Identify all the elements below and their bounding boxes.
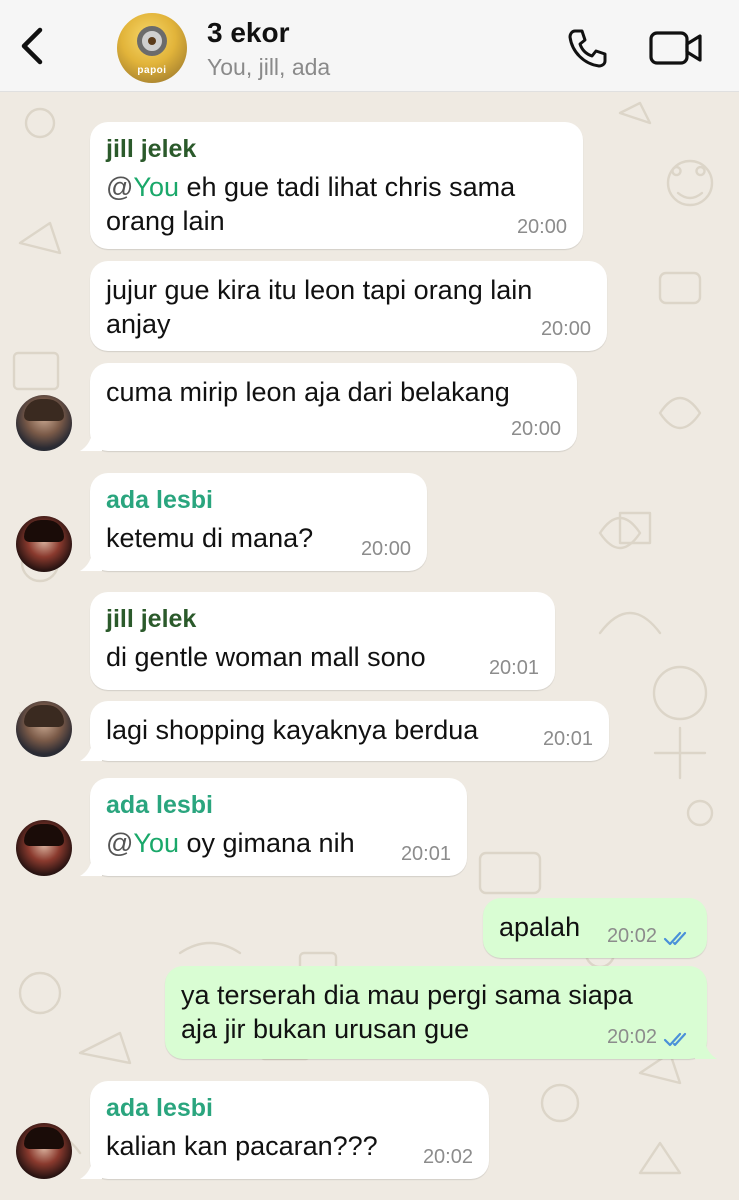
read-receipt-icon bbox=[663, 931, 687, 946]
sender-name: ada lesbi bbox=[106, 1094, 213, 1122]
message-list[interactable]: jill jelek @You eh gue tadi lihat chris … bbox=[0, 93, 739, 1200]
message-bubble[interactable]: jujur gue kira itu leon tapi orang lain … bbox=[90, 261, 607, 351]
avatar[interactable] bbox=[16, 395, 72, 451]
message-text: di gentle woman mall sono bbox=[106, 642, 426, 672]
message-bubble-outgoing[interactable]: ya terserah dia mau pergi sama siapa aja… bbox=[165, 966, 717, 1059]
message-text: @You eh gue tadi lihat chris sama orang … bbox=[106, 170, 567, 238]
avatar[interactable] bbox=[16, 516, 72, 572]
sender-name: jill jelek bbox=[106, 605, 197, 633]
bubble-tail bbox=[695, 1041, 717, 1059]
avatar[interactable] bbox=[16, 1123, 72, 1179]
message-time: 20:02 bbox=[422, 1146, 473, 1168]
chat-participants[interactable]: You, jill, ada bbox=[207, 54, 330, 81]
message-text: jujur gue kira itu leon tapi orang lain … bbox=[106, 275, 533, 339]
message-time: 20:00 bbox=[360, 538, 411, 560]
message-bubble[interactable]: ada lesbi kalian kan pacaran??? 20:02 bbox=[80, 1081, 489, 1179]
chat-title[interactable]: 3 ekor bbox=[207, 17, 290, 49]
bubble-tail bbox=[80, 743, 102, 761]
message-text: lagi shopping kayaknya berdua bbox=[106, 715, 479, 745]
avatar[interactable] bbox=[16, 701, 72, 757]
message-bubble[interactable]: ada lesbi ketemu di mana? 20:00 bbox=[80, 473, 427, 571]
message-body: oy gimana nih bbox=[178, 828, 355, 858]
message-text: kalian kan pacaran??? bbox=[106, 1131, 378, 1161]
chat-header: papoi 3 ekor You, jill, ada bbox=[0, 0, 739, 92]
bubble-tail bbox=[80, 1161, 102, 1179]
sender-name: jill jelek bbox=[106, 135, 197, 163]
mention-at: @ bbox=[106, 172, 134, 202]
message-bubble[interactable]: ada lesbi @You oy gimana nih 20:01 bbox=[80, 778, 467, 876]
message-time: 20:00 bbox=[540, 318, 591, 340]
video-camera-icon[interactable] bbox=[648, 28, 704, 68]
mention-link[interactable]: You bbox=[133, 172, 179, 202]
message-time: 20:00 bbox=[516, 216, 567, 238]
goggle-graphic bbox=[137, 26, 167, 56]
message-bubble-outgoing[interactable]: apalah 20:02 bbox=[483, 898, 707, 958]
message-time: 20:01 bbox=[488, 657, 539, 679]
bubble-tail bbox=[80, 858, 102, 876]
sender-name: ada lesbi bbox=[106, 791, 213, 819]
message-time: 20:02 bbox=[606, 925, 657, 947]
avatar[interactable] bbox=[16, 820, 72, 876]
message-text: @You oy gimana nih bbox=[106, 826, 451, 860]
message-time: 20:01 bbox=[542, 728, 593, 750]
message-time: 20:00 bbox=[510, 418, 561, 440]
bubble-tail bbox=[80, 553, 102, 571]
read-receipt-icon bbox=[663, 1032, 687, 1047]
message-bubble[interactable]: jill jelek di gentle woman mall sono 20:… bbox=[90, 592, 555, 690]
message-text: cuma mirip leon aja dari belakang bbox=[106, 377, 510, 407]
mention-at: @ bbox=[106, 828, 134, 858]
mention-link[interactable]: You bbox=[133, 828, 179, 858]
message-time: 20:02 bbox=[606, 1026, 657, 1048]
message-bubble[interactable]: cuma mirip leon aja dari belakang 20:00 bbox=[80, 363, 577, 451]
message-time: 20:01 bbox=[400, 843, 451, 865]
group-avatar[interactable]: papoi bbox=[117, 13, 187, 83]
sender-name: ada lesbi bbox=[106, 486, 213, 514]
message-bubble[interactable]: jill jelek @You eh gue tadi lihat chris … bbox=[90, 122, 583, 249]
bubble-tail bbox=[80, 433, 102, 451]
phone-icon[interactable] bbox=[566, 26, 610, 70]
avatar-caption: papoi bbox=[137, 65, 167, 76]
message-bubble[interactable]: lagi shopping kayaknya berdua 20:01 bbox=[80, 701, 609, 761]
chevron-left-icon[interactable] bbox=[14, 22, 50, 70]
